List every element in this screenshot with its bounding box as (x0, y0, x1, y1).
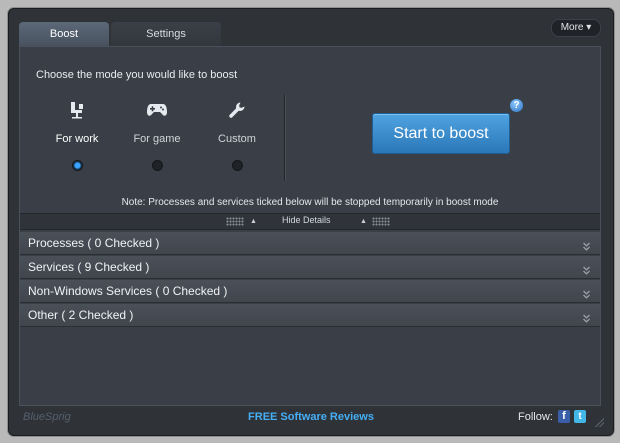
mode-for-game-label: For game (133, 133, 181, 145)
wrench-icon (197, 99, 277, 121)
hide-details-link[interactable]: Hide Details (282, 215, 331, 225)
help-icon[interactable]: ? (510, 99, 523, 112)
caret-down-icon: ▾ (586, 22, 592, 33)
section-other[interactable]: Other ( 2 Checked ) (20, 304, 600, 327)
tab-settings[interactable]: Settings (111, 22, 221, 46)
section-label: Processes ( 0 Checked ) (28, 236, 160, 250)
section-label: Services ( 9 Checked ) (28, 260, 150, 274)
mode-custom-label: Custom (218, 133, 256, 145)
section-label: Non-Windows Services ( 0 Checked ) (28, 284, 228, 298)
mode-for-work[interactable]: For work (37, 99, 117, 171)
more-button-label: More (560, 22, 584, 33)
grip-icon (226, 217, 244, 226)
resize-grip-icon[interactable] (594, 417, 604, 427)
mode-for-game[interactable]: For game (117, 99, 197, 171)
details-toggle-bar[interactable]: ▲ Hide Details ▲ (20, 213, 600, 230)
footer: BlueSprig FREE Software Reviews Follow: … (9, 405, 613, 433)
vertical-divider (284, 95, 285, 181)
triangle-up-icon: ▲ (250, 218, 257, 225)
grip-icon (372, 217, 390, 226)
app-window: Boost Settings More ▾ Choose the mode yo… (8, 8, 614, 436)
section-processes[interactable]: Processes ( 0 Checked ) (20, 232, 600, 255)
facebook-icon[interactable]: f (558, 410, 570, 423)
double-chevron-down-icon (583, 238, 590, 256)
mode-for-work-label: For work (55, 133, 99, 145)
choose-mode-text: Choose the mode you would like to boost (36, 69, 238, 81)
start-boost-button[interactable]: Start to boost (372, 113, 510, 154)
section-non-windows-services[interactable]: Non-Windows Services ( 0 Checked ) (20, 280, 600, 303)
boost-panel: Choose the mode you would like to boost … (19, 46, 601, 406)
section-label: Other ( 2 Checked ) (28, 308, 134, 322)
double-chevron-down-icon (583, 262, 590, 280)
section-services[interactable]: Services ( 9 Checked ) (20, 256, 600, 279)
mode-for-work-radio[interactable] (71, 160, 83, 171)
follow-label: Follow: (518, 411, 553, 423)
double-chevron-down-icon (583, 286, 590, 304)
office-chair-icon (37, 99, 117, 121)
boost-note: Note: Processes and services ticked belo… (121, 197, 499, 208)
tab-boost[interactable]: Boost (19, 22, 109, 46)
twitter-icon[interactable]: t (574, 410, 586, 423)
gamepad-icon (117, 99, 197, 121)
double-chevron-down-icon (583, 310, 590, 328)
mode-custom[interactable]: Custom (197, 99, 277, 171)
triangle-up-icon: ▲ (360, 218, 367, 225)
more-button[interactable]: More ▾ (551, 19, 601, 37)
mode-custom-radio[interactable] (231, 160, 243, 171)
mode-for-game-radio[interactable] (151, 160, 163, 171)
